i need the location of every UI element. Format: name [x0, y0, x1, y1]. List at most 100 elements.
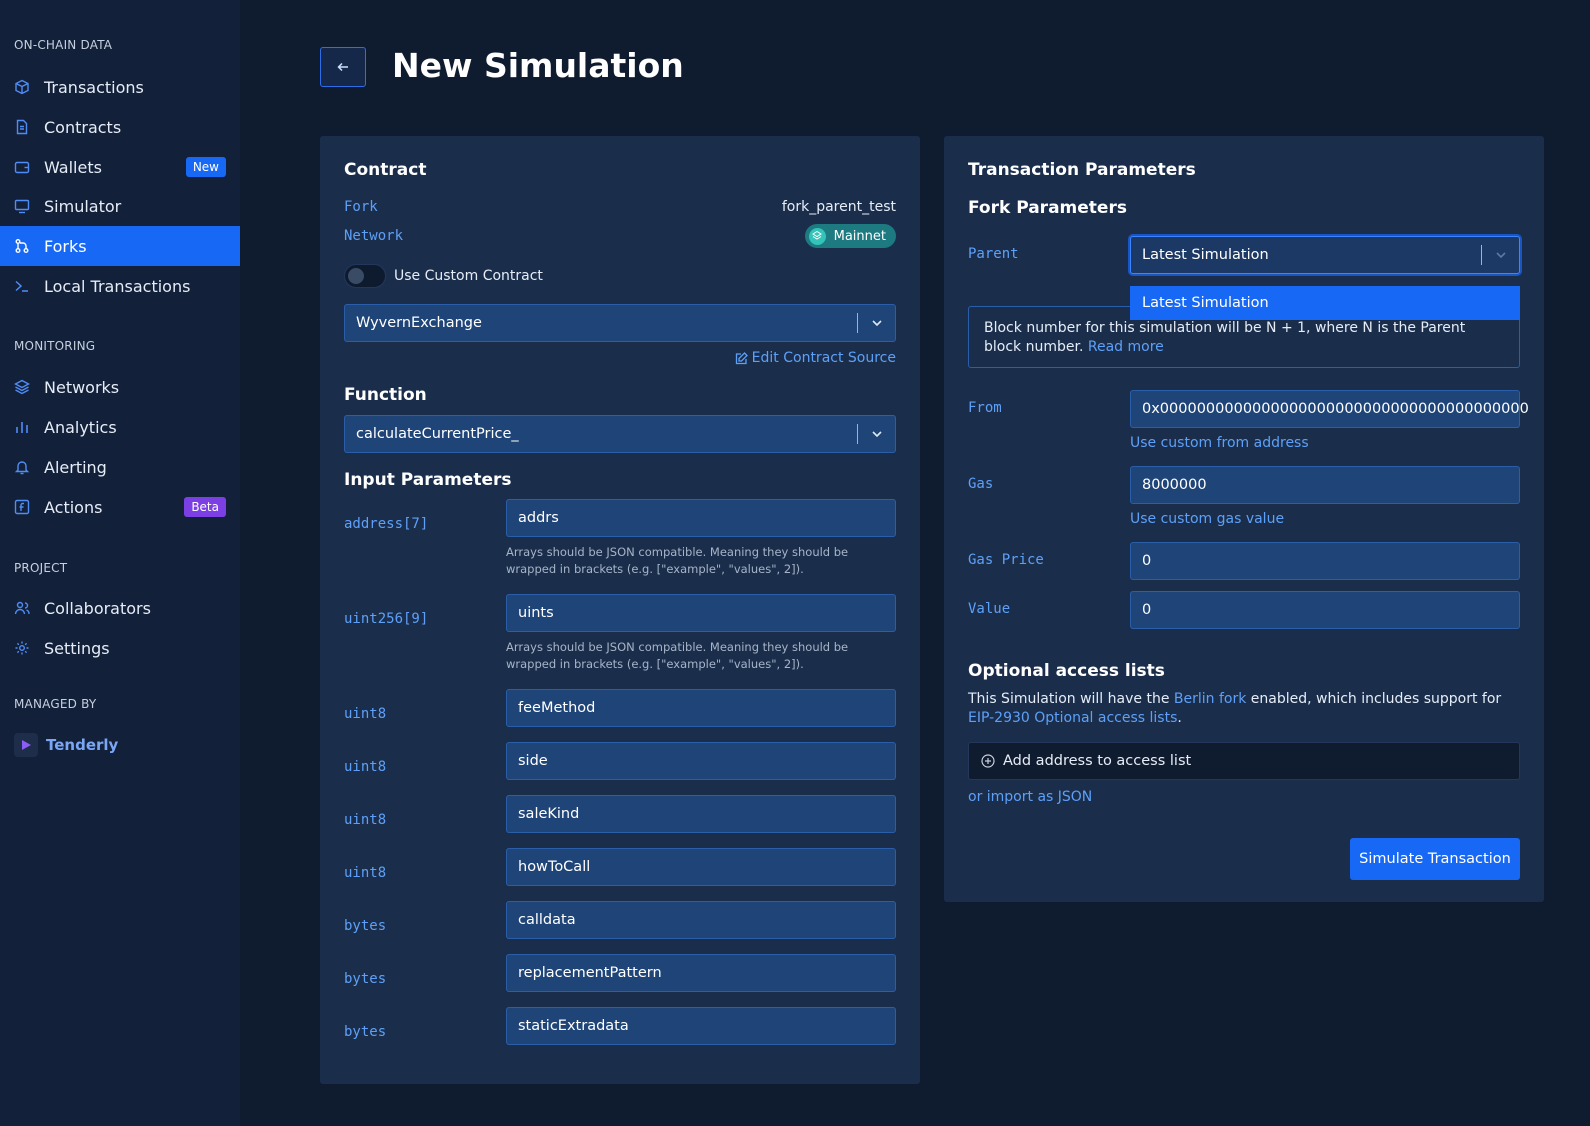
sidebar-item-local-transactions[interactable]: Local Transactions: [0, 266, 240, 306]
array-hint: Arrays should be JSON compatible. Meanin…: [506, 545, 849, 576]
param-input-uints[interactable]: uints: [506, 594, 896, 632]
access-text-2: enabled, which includes support for: [1250, 691, 1502, 707]
sidebar-item-forks[interactable]: Forks: [0, 226, 240, 266]
input-parameters-title: Input Parameters: [344, 470, 512, 490]
value-input[interactable]: 0: [1130, 591, 1520, 629]
param-input-calldata[interactable]: calldata: [506, 901, 896, 939]
select-divider: [857, 424, 858, 444]
param-input-howtocall[interactable]: howToCall: [506, 848, 896, 886]
wallet-icon: [14, 159, 30, 175]
param-input-salekind[interactable]: saleKind: [506, 795, 896, 833]
edit-contract-source-link[interactable]: Edit Contract Source: [735, 350, 896, 366]
chevron-down-icon: [1493, 247, 1509, 263]
function-icon: [14, 499, 30, 515]
add-access-address-button[interactable]: Add address to access list: [968, 742, 1520, 780]
beta-badge: Beta: [184, 497, 226, 517]
param-input-staticextradata[interactable]: staticExtradata: [506, 1007, 896, 1045]
sidebar-item-networks[interactable]: Networks: [0, 367, 240, 407]
custom-contract-label: Use Custom Contract: [394, 268, 543, 284]
from-label: From: [968, 400, 1002, 416]
back-button[interactable]: [320, 47, 366, 87]
gas-price-input[interactable]: 0: [1130, 542, 1520, 580]
param-input-replacementpattern[interactable]: replacementPattern: [506, 954, 896, 992]
berlin-fork-link[interactable]: Berlin fork: [1174, 691, 1246, 707]
sidebar-item-label: Analytics: [44, 417, 117, 437]
sidebar-item-label: Collaborators: [44, 598, 151, 618]
read-more-link[interactable]: Read more: [1088, 339, 1164, 355]
parent-select-value: Latest Simulation: [1142, 247, 1269, 263]
new-badge: New: [185, 157, 226, 177]
sidebar-item-actions[interactable]: Actions Beta: [0, 487, 240, 527]
network-badge: Mainnet: [804, 224, 896, 248]
import-json-link[interactable]: or import as JSON: [968, 789, 1092, 805]
param-type: uint8: [344, 759, 387, 775]
document-icon: [14, 119, 30, 135]
param-type: uint8: [344, 706, 387, 722]
network-value: Mainnet: [833, 228, 886, 244]
sidebar-item-label: Transactions: [44, 77, 144, 97]
section-onchain-heading: ON-CHAIN DATA: [14, 38, 113, 52]
simulate-transaction-button[interactable]: Simulate Transaction: [1350, 838, 1520, 880]
transaction-parameters-panel: Transaction Parameters Fork Parameters P…: [944, 136, 1544, 902]
sidebar-item-label: Forks: [44, 236, 87, 256]
sidebar: ON-CHAIN DATA Transactions Contracts Wal…: [0, 0, 240, 1126]
param-type: bytes: [344, 1024, 387, 1040]
select-divider: [1481, 245, 1482, 265]
sidebar-item-label: Wallets: [44, 157, 102, 177]
custom-gas-link[interactable]: Use custom gas value: [1130, 511, 1284, 527]
sidebar-item-label: Contracts: [44, 117, 122, 137]
function-title: Function: [344, 385, 427, 405]
custom-from-link[interactable]: Use custom from address: [1130, 435, 1309, 451]
sidebar-item-label: Actions: [44, 497, 103, 517]
param-type: uint8: [344, 865, 387, 881]
arrow-left-icon: [337, 58, 349, 77]
fork-value: fork_parent_test: [781, 199, 896, 215]
param-input-side[interactable]: side: [506, 742, 896, 780]
plus-circle-icon: [981, 754, 995, 768]
sidebar-item-contracts[interactable]: Contracts: [0, 107, 240, 147]
access-lists-title: Optional access lists: [968, 661, 1165, 681]
bar-chart-icon: [14, 419, 30, 435]
param-type: uint8: [344, 812, 387, 828]
contract-title: Contract: [344, 160, 427, 180]
gas-input[interactable]: 8000000: [1130, 466, 1520, 504]
section-monitoring-heading: MONITORING: [14, 339, 96, 353]
sidebar-item-alerting[interactable]: Alerting: [0, 447, 240, 487]
fork-parameters-title: Fork Parameters: [968, 198, 1127, 218]
sidebar-item-label: Settings: [44, 638, 110, 658]
param-input-feemethod[interactable]: feeMethod: [506, 689, 896, 727]
sidebar-item-settings[interactable]: Settings: [0, 628, 240, 668]
sidebar-item-label: Local Transactions: [44, 276, 191, 296]
gas-price-label: Gas Price: [968, 552, 1044, 568]
tenderly-logo-icon: [14, 733, 38, 757]
contract-panel: Contract Fork fork_parent_test Network M…: [320, 136, 920, 1084]
page-title: New Simulation: [392, 46, 684, 85]
edit-icon: [735, 351, 748, 365]
chevron-down-icon: [869, 315, 885, 331]
add-access-label: Add address to access list: [1003, 753, 1192, 769]
sidebar-item-analytics[interactable]: Analytics: [0, 407, 240, 447]
from-input[interactable]: 0x00000000000000000000000000000000000000…: [1130, 390, 1529, 428]
git-fork-icon: [14, 238, 30, 254]
tenderly-link[interactable]: Tenderly: [14, 733, 118, 757]
sidebar-item-wallets[interactable]: Wallets New: [0, 147, 240, 187]
parent-option-latest-simulation[interactable]: Latest Simulation: [1130, 286, 1520, 320]
contract-select-value: WyvernExchange: [356, 315, 482, 331]
parent-select[interactable]: Latest Simulation: [1130, 236, 1520, 274]
gear-icon: [14, 640, 30, 656]
users-icon: [14, 600, 30, 616]
sidebar-item-collaborators[interactable]: Collaborators: [0, 588, 240, 628]
sidebar-item-transactions[interactable]: Transactions: [0, 67, 240, 107]
contract-select[interactable]: WyvernExchange: [344, 304, 896, 342]
param-input-addrs[interactable]: addrs: [506, 499, 896, 537]
chevron-down-icon: [869, 426, 885, 442]
function-select[interactable]: calculateCurrentPrice_: [344, 415, 896, 453]
fork-label: Fork: [344, 199, 378, 215]
sidebar-item-simulator[interactable]: Simulator: [0, 186, 240, 226]
managed-by-name: Tenderly: [46, 736, 119, 754]
custom-contract-toggle[interactable]: [344, 264, 386, 288]
function-select-value: calculateCurrentPrice_: [356, 426, 519, 442]
info-text: Block number for this simulation will be…: [984, 320, 1466, 355]
eip-2930-link[interactable]: EIP-2930 Optional access lists: [968, 710, 1177, 726]
param-type: bytes: [344, 971, 387, 987]
